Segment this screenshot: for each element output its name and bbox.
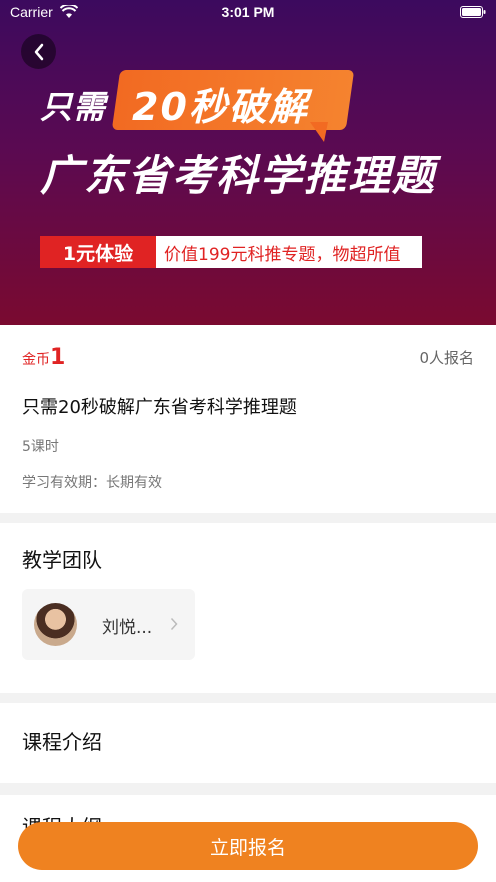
course-title: 只需20秒破解广东省考科学推理题 [22, 397, 297, 418]
enroll-count: 0人报名 [419, 349, 474, 367]
enroll-now-button[interactable]: 立即报名 [18, 822, 478, 870]
price-unit: 金币 [22, 352, 50, 368]
chevron-right-icon [170, 617, 178, 631]
section-title-intro: 课程介绍 [22, 730, 102, 754]
back-button[interactable] [21, 34, 56, 69]
course-banner: Carrier 3:01 PM 只需 20秒破解 广东省考科学推理题 1元体验 … [0, 0, 496, 325]
hero-badge-tail [310, 122, 328, 142]
teacher-avatar [34, 603, 77, 646]
hero-value-tag: 价值199元科推专题，物超所值 [156, 236, 422, 268]
status-bar: Carrier 3:01 PM [0, 0, 496, 26]
price-value: 1 [50, 345, 66, 370]
hero-badge-text: 20秒破解 [132, 85, 309, 129]
teacher-card[interactable]: 刘悦... [22, 589, 195, 660]
course-price: 金币1 [22, 345, 65, 370]
teaching-team-section: 教学团队 刘悦... [0, 523, 496, 693]
course-intro-section[interactable]: 课程介绍 [0, 703, 496, 783]
lesson-count: 5课时 [22, 439, 59, 455]
status-time: 3:01 PM [221, 4, 275, 20]
hero-headline: 广东省考科学推理题 [40, 151, 437, 200]
course-info-card: 金币1 0人报名 只需20秒破解广东省考科学推理题 5课时 学习有效期：长期有效 [0, 325, 496, 513]
section-title-team: 教学团队 [22, 548, 102, 572]
hero-price-tag: 1元体验 [40, 236, 156, 268]
validity-period: 学习有效期：长期有效 [22, 475, 162, 491]
hero-headline-prefix: 只需 [40, 88, 107, 126]
back-icon [34, 43, 43, 60]
battery-icon [460, 6, 486, 18]
teacher-name: 刘悦... [102, 618, 153, 638]
